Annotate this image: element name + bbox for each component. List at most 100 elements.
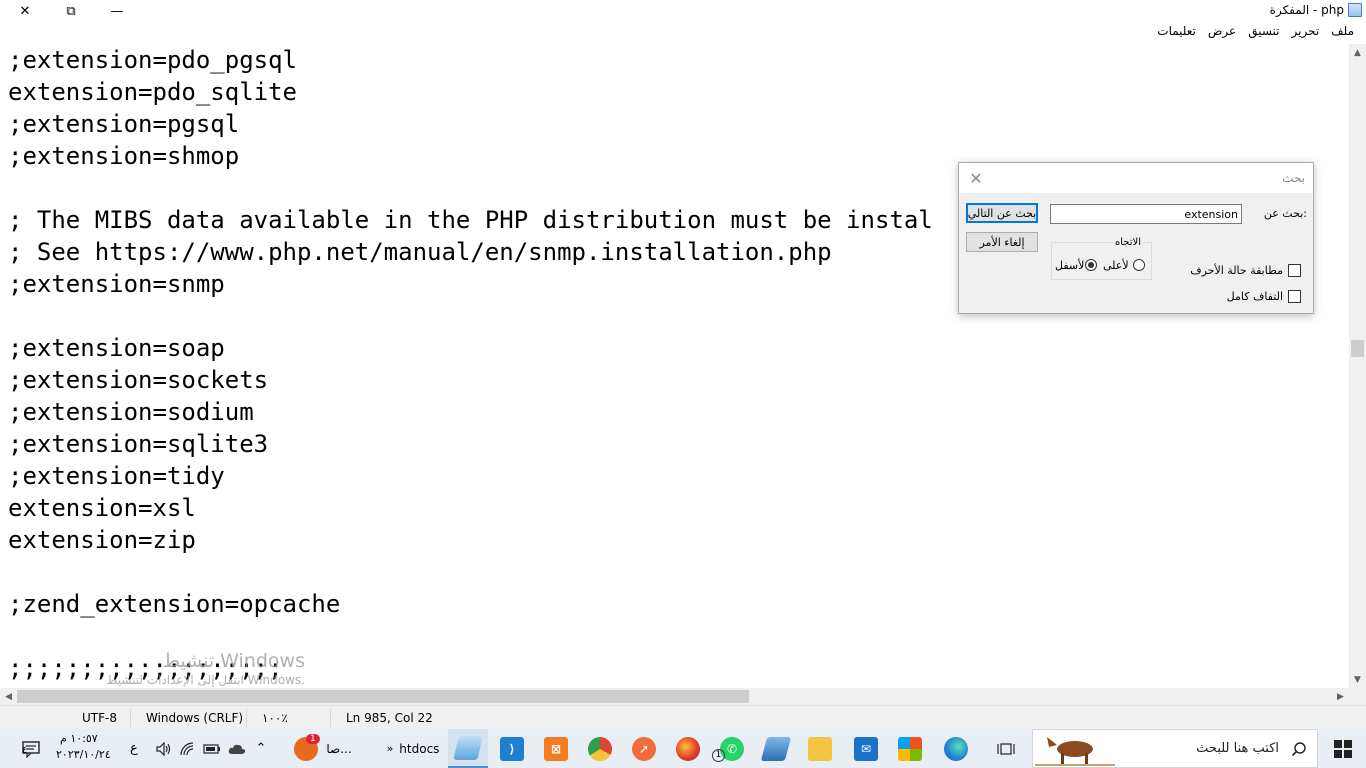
find-next-button[interactable]: بحث عن التالي [966,203,1038,223]
title-bar: ✕ ⧉ — php - المفكرة [0,0,1366,22]
postman-app-icon: ➚ [632,736,656,761]
status-cursor-position: Ln 985, Col 22 [346,711,433,725]
tray-date[interactable]: ٢٠٢٣/١٠/٢٤ [56,748,111,761]
direction-down-label[interactable]: لأسفل [1055,259,1084,272]
find-dialog-titlebar: ✕ بحث [959,163,1313,193]
taskbar-store[interactable] [890,729,930,768]
scroll-up-arrow-icon[interactable]: ▲ [1349,44,1366,61]
code-line: ;extension=soap [8,334,225,362]
notification-count-badge: ٤ [22,745,28,756]
search-highlight-horse-icon [1035,737,1115,766]
scroll-right-arrow-icon[interactable]: ▶ [1332,688,1349,705]
taskbar-search-box[interactable]: اكتب هنا للبحث [1032,729,1318,768]
code-line: extension=xsl [8,494,196,522]
taskbar-remote-desktop[interactable] [756,729,796,768]
code-line: ;extension=sockets [8,366,269,394]
code-line: ;extension=tidy [8,462,225,490]
direction-group-title: الاتجاه [1113,237,1144,248]
code-line: ;;;;;;;;;;;;;;;;;;; [8,654,283,682]
taskbar-file-explorer[interactable] [800,729,840,768]
direction-up-label[interactable]: لأعلى [1103,259,1129,272]
notepad-app-icon [453,735,483,760]
app-notification-badge: 1 [306,734,320,744]
code-line: ;extension=pgsql [8,110,240,138]
firefox-icon [676,736,700,761]
editor-text: ;extension=pdo_pgsql extension=pdo_sqlite… [8,44,933,684]
taskbar: ٤ ١٠:٥٧ م ٢٠٢٣/١٠/٢٤ ع ⌃ صا... 1 » htdoc… [0,729,1366,768]
taskbar-postman[interactable]: ➚ [624,729,664,768]
taskbar-app-browser-group[interactable]: صا... [288,729,358,768]
vertical-scrollbar[interactable]: ▲ ▼ [1349,44,1366,688]
close-button[interactable]: ✕ [2,0,48,22]
menu-bar: ملف تحرير تنسيق عرض تعليمات [1151,24,1360,42]
horizontal-scroll-thumb[interactable] [17,690,749,703]
scroll-down-arrow-icon[interactable]: ▼ [1349,671,1366,688]
match-case-label[interactable]: مطابقة حالة الأحرف [1190,264,1283,277]
tray-language[interactable]: ع [130,741,138,756]
whatsapp-badge: 1 [712,749,725,762]
code-line: ;extension=sqlite3 [8,430,269,458]
text-editor[interactable]: ;extension=pdo_pgsql extension=pdo_sqlite… [0,44,1349,688]
edge-icon [944,736,968,761]
onedrive-cloud-icon[interactable] [226,729,248,768]
menu-file[interactable]: ملف [1325,24,1360,42]
task-view-button[interactable] [986,729,1026,768]
scroll-left-arrow-icon[interactable]: ◀ [0,688,17,705]
code-line: ; The MIBS data available in the PHP dis… [8,206,933,234]
show-hidden-icons-chevron-icon[interactable]: ⌃ [252,729,270,768]
menu-format[interactable]: تنسيق [1242,24,1285,42]
match-case-checkbox[interactable] [1288,264,1301,277]
start-button[interactable] [1320,729,1366,768]
wrap-around-label[interactable]: التفاف كامل [1227,290,1283,303]
find-what-input[interactable] [1050,204,1242,224]
status-bar: UTF-8 Windows (CRLF) ١٠٠٪ Ln 985, Col 22 [0,705,1366,729]
cancel-button[interactable]: إلغاء الأمر [966,232,1038,252]
horizontal-scrollbar[interactable]: ◀ ▶ [0,688,1349,705]
dialog-close-icon[interactable]: ✕ [965,167,987,189]
wrap-around-checkbox[interactable] [1288,290,1301,303]
taskbar-mail[interactable]: ✉ [846,729,886,768]
find-what-label: بحث عن: [1263,207,1307,220]
htdocs-label: htdocs [399,741,440,756]
tray-time[interactable]: ١٠:٥٧ م [60,732,98,745]
vscode-app-icon: ⟩ [500,736,524,761]
minimize-button[interactable]: — [94,0,140,22]
wifi-icon[interactable] [178,729,198,768]
taskbar-xampp[interactable]: ⊠ [536,729,576,768]
store-icon [898,736,922,761]
direction-down-radio[interactable] [1085,259,1097,271]
mail-icon: ✉ [854,736,878,761]
taskbar-firefox[interactable] [668,729,708,768]
status-line-endings: Windows (CRLF) [146,711,244,725]
maximize-button[interactable]: ⧉ [48,0,94,22]
code-line: ;extension=shmop [8,142,240,170]
menu-help[interactable]: تعليمات [1151,24,1202,42]
xampp-app-icon: ⊠ [544,736,568,761]
code-line: ;extension=sodium [8,398,254,426]
volume-icon[interactable] [154,729,174,768]
taskbar-vscode[interactable]: ⟩ [492,729,532,768]
menu-view[interactable]: عرض [1202,24,1242,42]
direction-up-radio[interactable] [1133,259,1145,271]
window-title: php - المفكرة [1269,3,1344,17]
menu-edit[interactable]: تحرير [1286,24,1326,42]
battery-icon[interactable] [202,729,222,768]
code-line: extension=pdo_sqlite [8,78,297,106]
code-line: extension=zip [8,526,196,554]
taskbar-notepad[interactable] [448,729,488,768]
find-dialog: ✕ بحث بحث عن التالي إلغاء الأمر بحث عن: … [958,162,1314,314]
status-zoom: ١٠٠٪ [262,711,288,725]
code-line: ;zend_extension=opcache [8,590,341,618]
code-line: ;extension=snmp [8,270,225,298]
taskbar-htdocs-folder[interactable]: » htdocs [378,729,448,768]
find-dialog-title: بحث [1282,171,1305,185]
scroll-corner [1349,688,1366,705]
chrome-app-icon [588,736,612,761]
taskbar-chrome[interactable] [580,729,620,768]
notification-center-icon[interactable] [16,729,46,768]
taskbar-edge[interactable] [936,729,976,768]
vertical-scroll-thumb[interactable] [1351,340,1364,357]
